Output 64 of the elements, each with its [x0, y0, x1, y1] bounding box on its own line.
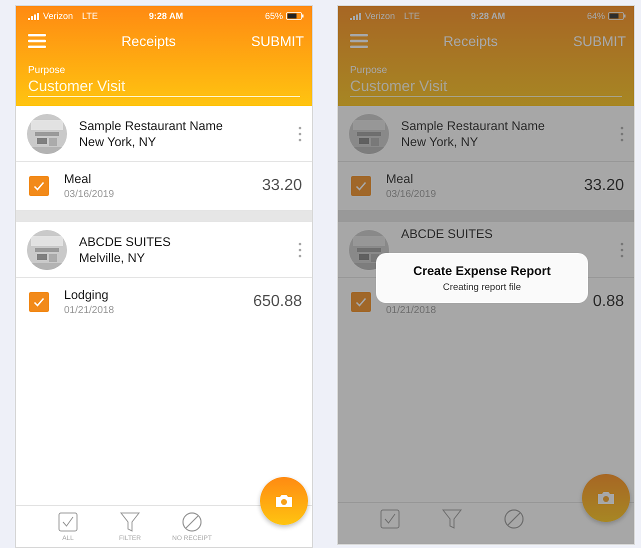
- checkbox[interactable]: [29, 176, 49, 196]
- battery-percent: 65%: [264, 11, 283, 21]
- expense-amount: 33.20: [262, 177, 302, 195]
- dialog-message: Creating report file: [442, 282, 522, 292]
- network-text: LTE: [82, 11, 98, 21]
- check-icon: [33, 297, 45, 307]
- more-icon[interactable]: [298, 126, 302, 142]
- merchant-name: ABCDE SUITES: [401, 226, 494, 242]
- screen-title: Receipts: [121, 33, 176, 49]
- purpose-field[interactable]: Customer Visit: [28, 76, 300, 97]
- no-entry-icon[interactable]: [504, 509, 524, 529]
- checkbox[interactable]: [29, 292, 49, 312]
- merchant-location: New York, NY: [401, 134, 480, 150]
- battery-icon: [286, 12, 304, 20]
- camera-button[interactable]: [260, 477, 308, 525]
- expense-date: 01/21/2018: [64, 305, 116, 316]
- submit-button[interactable]: SUBMIT: [573, 33, 626, 49]
- check-icon: [33, 181, 45, 191]
- more-icon[interactable]: [620, 242, 624, 258]
- carrier-text: Verizon: [43, 11, 74, 21]
- filter-icon[interactable]: [120, 512, 140, 532]
- purpose-label: Purpose: [28, 65, 66, 76]
- expense-category: Lodging: [64, 288, 110, 303]
- signal-icon: [350, 12, 362, 20]
- signal-icon: [28, 12, 40, 20]
- checkbox[interactable]: [351, 292, 371, 312]
- checkbox-icon[interactable]: [58, 512, 78, 532]
- status-time: 9:28 AM: [470, 11, 506, 21]
- checkbox-icon[interactable]: [380, 509, 400, 529]
- filter-icon[interactable]: [442, 509, 462, 529]
- merchant-name: Sample Restaurant Name: [401, 118, 546, 134]
- merchant-location: New York, NY: [79, 134, 158, 150]
- submit-button[interactable]: SUBMIT: [251, 33, 304, 49]
- merchant-location: Melville, NY: [79, 250, 146, 266]
- battery-percent: 64%: [586, 11, 605, 21]
- checkbox[interactable]: [351, 176, 371, 196]
- network-text: LTE: [404, 11, 420, 21]
- expense-amount: 33.20: [584, 177, 624, 195]
- check-icon: [355, 181, 367, 191]
- expense-date: 01/21/2018: [386, 305, 438, 316]
- expense-category: Meal: [386, 172, 414, 187]
- more-icon[interactable]: [298, 242, 302, 258]
- no-entry-icon[interactable]: [182, 512, 202, 532]
- camera-icon: [597, 491, 615, 505]
- camera-icon: [275, 494, 293, 508]
- expense-category: Meal: [64, 172, 92, 187]
- more-icon[interactable]: [620, 126, 624, 142]
- merchant-name: ABCDE SUITES: [79, 234, 172, 250]
- expense-date: 03/16/2019: [386, 189, 438, 200]
- expense-date: 03/16/2019: [64, 189, 116, 200]
- menu-icon[interactable]: [350, 34, 368, 48]
- purpose-field[interactable]: Customer Visit: [350, 76, 622, 97]
- menu-icon[interactable]: [28, 34, 46, 48]
- carrier-text: Verizon: [365, 11, 396, 21]
- status-time: 9:28 AM: [148, 11, 184, 21]
- battery-icon: [608, 12, 626, 20]
- expense-amount: 650.88: [253, 293, 302, 311]
- dialog-title: Create Expense Report: [413, 264, 551, 278]
- check-icon: [355, 297, 367, 307]
- expense-amount: 0.88: [592, 293, 624, 311]
- camera-button[interactable]: [582, 474, 630, 522]
- merchant-name: Sample Restaurant Name: [79, 118, 224, 134]
- purpose-label: Purpose: [350, 65, 388, 76]
- screen-title: Receipts: [443, 33, 498, 49]
